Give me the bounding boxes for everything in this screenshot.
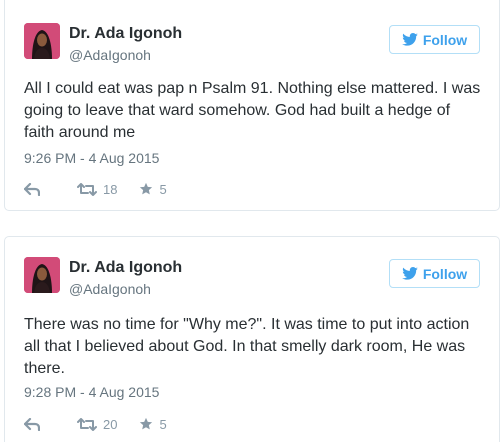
tweet-actions: 20 5 [24, 414, 167, 434]
twitter-bird-icon [402, 267, 418, 280]
author-name[interactable]: Dr. Ada Igonoh [69, 25, 182, 43]
retweet-count: 18 [103, 181, 118, 197]
avatar[interactable] [24, 257, 60, 293]
tweet-timestamp[interactable]: 9:26 PM - 4 Aug 2015 [24, 150, 159, 166]
favorite-button[interactable]: 5 [139, 416, 167, 432]
retweet-icon [77, 182, 97, 196]
follow-button[interactable]: Follow [389, 25, 480, 54]
tweet-actions: 18 5 [24, 179, 167, 199]
tweet-text: All I could eat was pap n Psalm 91. Noth… [24, 80, 481, 141]
avatar[interactable] [24, 23, 60, 59]
reply-icon [24, 182, 40, 196]
tweet-card: Dr. Ada Igonoh @AdaIgonoh Follow All I c… [4, 0, 500, 211]
tweet-text: There was no time for "Why me?". It was … [24, 316, 470, 377]
tweet-card: Dr. Ada Igonoh @AdaIgonoh Follow There w… [4, 236, 500, 442]
author-name[interactable]: Dr. Ada Igonoh [69, 259, 182, 277]
twitter-bird-icon [402, 33, 418, 46]
favorite-button[interactable]: 5 [139, 181, 167, 197]
retweet-button[interactable]: 18 [77, 182, 117, 197]
reply-button[interactable] [24, 182, 40, 196]
favorite-star-icon [140, 417, 153, 430]
follow-label: Follow [422, 265, 468, 282]
follow-button[interactable]: Follow [389, 259, 480, 288]
retweet-button[interactable]: 20 [77, 417, 117, 432]
author-handle[interactable]: @AdaIgonoh [69, 281, 151, 297]
favorite-star-icon [140, 182, 153, 195]
tweet-timestamp[interactable]: 9:28 PM - 4 Aug 2015 [24, 384, 159, 400]
author-handle[interactable]: @AdaIgonoh [69, 47, 151, 63]
retweet-icon [77, 417, 97, 431]
favorite-count: 5 [159, 181, 167, 197]
reply-button[interactable] [24, 417, 40, 431]
favorite-count: 5 [159, 416, 167, 432]
reply-icon [24, 417, 40, 431]
retweet-count: 20 [103, 416, 118, 432]
follow-label: Follow [422, 31, 468, 48]
